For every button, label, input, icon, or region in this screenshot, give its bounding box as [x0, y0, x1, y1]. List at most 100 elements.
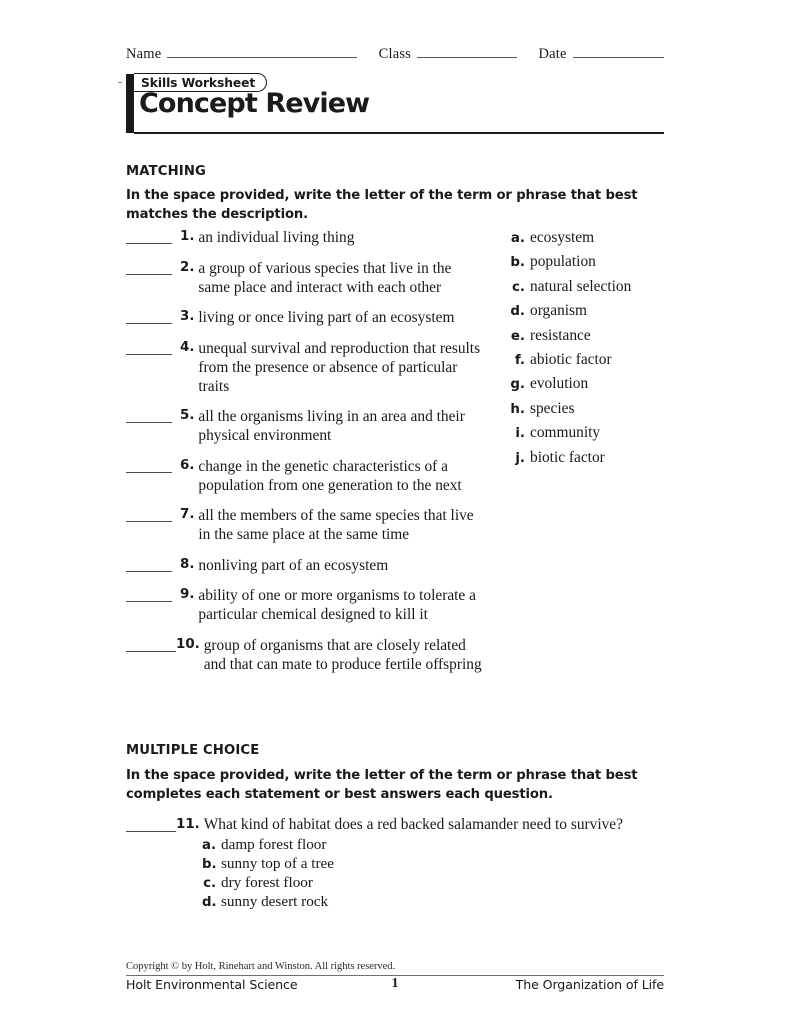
- option-letter: d.: [510, 304, 525, 320]
- option-letter: j.: [515, 450, 525, 466]
- choice-text: sunny top of a tree: [221, 855, 335, 873]
- answer-blank[interactable]: [126, 260, 172, 275]
- masthead: Skills Worksheet Concept Review: [118, 72, 664, 138]
- answer-blank[interactable]: [126, 309, 172, 325]
- option-letter: e.: [510, 328, 525, 344]
- option-item: a. ecosystem: [508, 229, 678, 247]
- choice-letter: d.: [202, 894, 217, 910]
- item-text: group of organisms that are closely rela…: [203, 636, 482, 673]
- matching-item: 6. change in the genetic characteristics…: [126, 457, 486, 495]
- item-text: a group of various species that live in …: [198, 259, 452, 296]
- answer-blank[interactable]: [126, 340, 172, 355]
- choice-letter: c.: [203, 875, 216, 891]
- answer-blank[interactable]: [126, 587, 172, 603]
- matching-item: 3. living or once living part of an ecos…: [126, 308, 486, 327]
- question-row: 11. What kind of habitat does a red back…: [126, 816, 671, 834]
- page-title: Concept Review: [139, 88, 370, 119]
- item-number: 7.: [180, 507, 195, 523]
- item-number: 1.: [180, 229, 195, 244]
- matching-items-list: 1. an individual living thing 2. a group…: [126, 228, 486, 685]
- date-label: Date: [538, 46, 567, 62]
- item-text: change in the genetic characteristics of…: [198, 457, 462, 494]
- item-number: 3.: [180, 309, 195, 325]
- option-term: species: [530, 399, 575, 417]
- masthead-vertical-bar: [126, 74, 134, 133]
- name-label: Name: [126, 46, 162, 62]
- class-input-rule[interactable]: [417, 46, 517, 58]
- matching-item: 8. nonliving part of an ecosystem: [126, 556, 486, 575]
- option-item: d. organism: [508, 302, 678, 320]
- question-text: What kind of habitat does a red backed s…: [203, 816, 623, 833]
- matching-item: 10. group of organisms that are closely …: [126, 636, 486, 674]
- item-text: nonliving part of an ecosystem: [198, 556, 389, 574]
- matching-options-list: a. ecosystem b. population c. natural se…: [508, 229, 678, 473]
- choice-item[interactable]: d. sunny desert rock: [202, 893, 671, 912]
- option-item: i. community: [508, 424, 678, 442]
- option-term: community: [530, 424, 601, 442]
- option-term: biotic factor: [530, 448, 605, 466]
- multiple-choice-heading: MULTIPLE CHOICE: [126, 743, 260, 758]
- item-number: 8.: [180, 556, 195, 572]
- date-input-rule[interactable]: [572, 46, 664, 58]
- matching-item: 4. unequal survival and reproduction tha…: [126, 339, 486, 396]
- choice-item[interactable]: a. damp forest floor: [202, 836, 671, 855]
- choice-letter: a.: [202, 838, 217, 854]
- answer-blank[interactable]: [126, 817, 176, 832]
- option-term: population: [530, 253, 596, 271]
- class-label: Class: [378, 46, 412, 62]
- option-term: natural selection: [530, 277, 632, 295]
- option-item: b. population: [508, 253, 678, 271]
- matching-heading: MATCHING: [126, 164, 206, 179]
- option-letter: c.: [511, 279, 525, 295]
- footer-chapter-title: The Organization of Life: [515, 977, 664, 992]
- option-letter: g.: [510, 377, 525, 393]
- option-item: g. evolution: [508, 375, 678, 393]
- option-term: resistance: [530, 326, 591, 344]
- matching-item: 7. all the members of the same species t…: [126, 506, 486, 544]
- choice-text: sunny desert rock: [221, 892, 329, 910]
- choice-item[interactable]: b. sunny top of a tree: [202, 855, 671, 874]
- choice-letter: b.: [202, 857, 217, 873]
- item-text: living or once living part of an ecosyst…: [198, 309, 455, 327]
- item-number: 2.: [180, 259, 195, 275]
- option-item: c. natural selection: [508, 278, 678, 296]
- answer-blank[interactable]: [126, 637, 176, 652]
- item-text: all the organisms living in an area and …: [198, 408, 465, 445]
- option-term: abiotic factor: [530, 350, 612, 368]
- matching-item: 1. an individual living thing: [126, 228, 486, 247]
- answer-blank[interactable]: [126, 458, 172, 473]
- answer-blank[interactable]: [126, 408, 172, 424]
- name-input-rule[interactable]: [167, 46, 357, 58]
- item-text: all the members of the same species that…: [198, 507, 474, 544]
- answer-blank[interactable]: [126, 507, 172, 523]
- choice-text: damp forest floor: [221, 836, 327, 854]
- item-number: 4.: [180, 339, 195, 355]
- masthead-rule: [134, 132, 664, 134]
- copyright-notice: Copyright © by Holt, Rinehart and Winsto…: [126, 961, 396, 972]
- option-term: ecosystem: [530, 229, 595, 246]
- item-text: ability of one or more organisms to tole…: [198, 587, 476, 624]
- option-item: j. biotic factor: [508, 449, 678, 467]
- worksheet-page: Name Class Date Skills Worksheet Concept…: [0, 0, 791, 1024]
- option-term: organism: [530, 302, 588, 320]
- item-number: 10.: [176, 636, 200, 652]
- choice-item[interactable]: c. dry forest floor: [202, 874, 671, 893]
- identity-line: Name Class Date: [126, 46, 664, 66]
- option-item: e. resistance: [508, 327, 678, 345]
- matching-item: 5. all the organisms living in an area a…: [126, 407, 486, 445]
- option-letter: h.: [510, 401, 525, 417]
- item-text: an individual living thing: [198, 229, 355, 246]
- choice-text: dry forest floor: [221, 873, 313, 891]
- answer-blank[interactable]: [126, 557, 172, 572]
- item-text: unequal survival and reproduction that r…: [198, 339, 481, 395]
- item-number: 5.: [180, 408, 195, 424]
- answer-blank[interactable]: [126, 229, 172, 244]
- crop-tick-mark: [118, 82, 122, 83]
- matching-instructions: In the space provided, write the letter …: [126, 188, 638, 222]
- item-number: 9.: [180, 587, 195, 603]
- option-letter: a.: [510, 231, 525, 246]
- option-letter: b.: [510, 255, 525, 271]
- multiple-choice-question-block: 11. What kind of habitat does a red back…: [126, 816, 671, 911]
- option-item: f. abiotic factor: [508, 351, 678, 369]
- matching-item: 2. a group of various species that live …: [126, 259, 486, 297]
